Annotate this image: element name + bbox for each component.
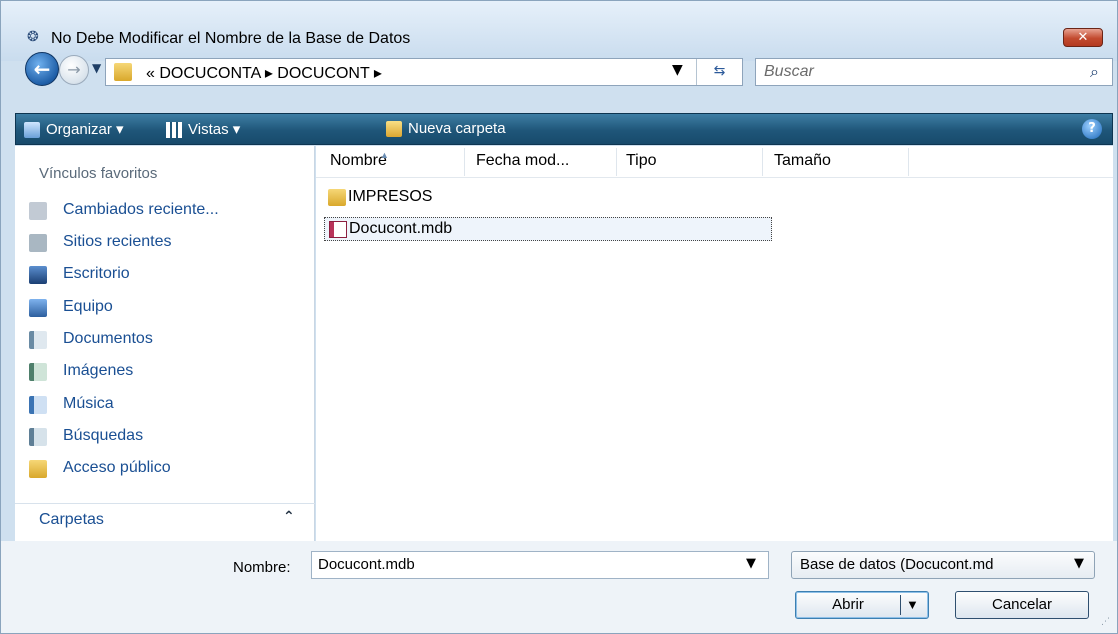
column-header-date[interactable]: Fecha mod...: [476, 152, 569, 170]
organize-label: Organizar ▾: [46, 121, 124, 138]
sort-ascending-icon: ▲: [380, 150, 389, 160]
favorite-links-header: Vínculos favoritos: [39, 165, 158, 182]
sidebar-item-computer[interactable]: Equipo: [23, 295, 309, 321]
open-label: Abrir: [832, 596, 864, 613]
column-divider[interactable]: [762, 148, 763, 176]
column-divider[interactable]: [464, 148, 465, 176]
file-type-value: Base de datos (Docucont.md: [800, 556, 994, 573]
navigation-pane: Vínculos favoritos Cambiados reciente...…: [15, 146, 315, 541]
open-button[interactable]: Abrir ▼: [795, 591, 929, 619]
chevron-up-icon[interactable]: ⌃: [283, 509, 295, 525]
column-header-size[interactable]: Tamaño: [774, 152, 831, 170]
filename-label: Nombre:: [233, 559, 291, 576]
address-path[interactable]: « DOCUCONTA ▸ DOCUCONT ▸: [146, 63, 382, 83]
sidebar-item-label: Cambiados reciente...: [63, 201, 219, 218]
views-icon: [166, 122, 182, 139]
refresh-button[interactable]: ⇆: [696, 59, 742, 85]
column-header-type[interactable]: Tipo: [626, 152, 657, 170]
organize-button[interactable]: Organizar ▾: [24, 120, 124, 139]
dialog-footer: Nombre: ▼ Base de datos (Docucont.md ▼ A…: [1, 541, 1117, 633]
address-bar[interactable]: « DOCUCONTA ▸ DOCUCONT ▸ ▼ ⇆: [105, 58, 743, 86]
folders-toggle[interactable]: Carpetas: [39, 511, 104, 529]
close-button[interactable]: ✕: [1063, 28, 1103, 47]
forward-button[interactable]: →: [59, 55, 89, 85]
search-icon[interactable]: ⌕: [1090, 62, 1099, 82]
folder-icon: [114, 63, 132, 81]
computer-icon: [29, 299, 47, 317]
column-header-row: ▲ Nombre Fecha mod... Tipo Tamaño: [316, 146, 1113, 178]
filename-combobox[interactable]: ▼: [311, 551, 769, 579]
search-input[interactable]: Buscar: [764, 63, 814, 81]
file-list: ▲ Nombre Fecha mod... Tipo Tamaño IMPRESO…: [316, 146, 1113, 541]
title-bar: ❂ No Debe Modificar el Nombre de la Base…: [1, 1, 1117, 61]
open-options-dropdown[interactable]: ▼: [906, 592, 919, 618]
command-toolbar: Organizar ▾ Vistas ▾ Nueva carpeta ?: [15, 113, 1113, 145]
search-box[interactable]: Buscar ⌕: [755, 58, 1113, 86]
arrow-right-icon: →: [67, 60, 81, 79]
sidebar-item-label: Documentos: [63, 330, 153, 347]
column-divider[interactable]: [908, 148, 909, 176]
filename-input[interactable]: [318, 556, 738, 573]
app-icon: ❂: [27, 29, 39, 45]
back-button[interactable]: ←: [25, 52, 59, 86]
column-divider[interactable]: [616, 148, 617, 176]
views-button[interactable]: Vistas ▾: [166, 120, 241, 139]
new-folder-label: Nueva carpeta: [408, 120, 506, 137]
help-icon[interactable]: ?: [1082, 119, 1102, 139]
sidebar-item-label: Acceso público: [63, 459, 171, 476]
recent-sites-icon: [29, 234, 47, 252]
file-name: Docucont.mdb: [349, 220, 453, 237]
sidebar-item-documents[interactable]: Documentos: [23, 327, 309, 353]
divider: [15, 503, 315, 504]
sidebar-item-label: Escritorio: [63, 265, 130, 282]
sidebar-item-recent-sites[interactable]: Sitios recientes: [23, 230, 309, 256]
organize-icon: [24, 122, 40, 139]
divider: [900, 595, 901, 615]
cancel-button[interactable]: Cancelar: [955, 591, 1089, 619]
file-name: IMPRESOS: [348, 188, 433, 205]
refresh-icon: ⇆: [713, 63, 726, 79]
documents-icon: [29, 331, 47, 349]
sidebar-item-searches[interactable]: Búsquedas: [23, 424, 309, 450]
sidebar-item-desktop[interactable]: Escritorio: [23, 262, 309, 288]
column-label: Nombre: [330, 152, 387, 169]
recent-changes-icon: [29, 202, 47, 220]
resize-grip-icon[interactable]: ⋰: [1101, 617, 1110, 627]
desktop-icon: [29, 266, 47, 284]
views-label: Vistas ▾: [188, 121, 241, 138]
access-db-icon: [329, 221, 347, 238]
list-item[interactable]: Docucont.mdb: [324, 217, 772, 241]
chevron-down-icon: ▼: [1074, 556, 1084, 571]
sidebar-item-label: Sitios recientes: [63, 233, 172, 250]
file-type-select[interactable]: Base de datos (Docucont.md ▼: [791, 551, 1095, 579]
new-folder-icon: [386, 121, 402, 138]
list-item[interactable]: IMPRESOS: [324, 186, 774, 210]
window-title: No Debe Modificar el Nombre de la Base d…: [51, 30, 411, 47]
public-folder-icon: [29, 460, 47, 478]
sidebar-item-label: Búsquedas: [63, 427, 144, 444]
new-folder-button[interactable]: Nueva carpeta: [386, 120, 506, 138]
column-header-name[interactable]: ▲ Nombre: [330, 150, 389, 170]
recent-pages-dropdown[interactable]: ▼: [92, 61, 101, 75]
sidebar-item-label: Imágenes: [63, 362, 134, 379]
sidebar-item-recent-changes[interactable]: Cambiados reciente...: [23, 198, 309, 224]
sidebar-item-label: Música: [63, 395, 114, 412]
searches-icon: [29, 428, 47, 446]
chevron-down-icon[interactable]: ▼: [746, 556, 756, 571]
chevron-down-icon[interactable]: ▼: [672, 62, 683, 78]
sidebar-item-label: Equipo: [63, 298, 113, 315]
arrow-left-icon: ←: [33, 57, 51, 81]
sidebar-item-pictures[interactable]: Imágenes: [23, 359, 309, 385]
sidebar-item-public[interactable]: Acceso público: [23, 456, 309, 482]
music-icon: [29, 396, 47, 414]
folder-icon: [328, 189, 346, 206]
open-file-dialog: ❂ No Debe Modificar el Nombre de la Base…: [0, 0, 1118, 634]
pictures-icon: [29, 363, 47, 381]
sidebar-item-music[interactable]: Música: [23, 392, 309, 418]
